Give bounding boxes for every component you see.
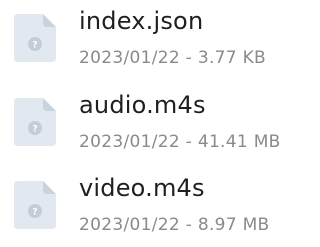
- svg-text:?: ?: [32, 41, 37, 51]
- unknown-file-icon: ?: [14, 14, 56, 62]
- file-name: video.m4s: [79, 174, 205, 202]
- file-name: audio.m4s: [79, 91, 206, 119]
- file-row-audio-m4s[interactable]: ? audio.m4s 2023/01/22 - 41.41 MB: [0, 84, 303, 164]
- unknown-file-icon: ?: [14, 98, 56, 146]
- file-row-index-json[interactable]: ? index.json 2023/01/22 - 3.77 KB: [0, 0, 303, 80]
- svg-text:?: ?: [32, 208, 37, 218]
- unknown-file-icon: ?: [14, 181, 56, 229]
- svg-text:?: ?: [32, 125, 37, 135]
- file-name: index.json: [79, 7, 204, 35]
- file-meta: 2023/01/22 - 3.77 KB: [79, 48, 266, 68]
- file-meta: 2023/01/22 - 41.41 MB: [79, 132, 281, 152]
- file-row-video-m4s[interactable]: ? video.m4s 2023/01/22 - 8.97 MB: [0, 167, 303, 247]
- file-meta: 2023/01/22 - 8.97 MB: [79, 215, 270, 235]
- file-list: ? index.json 2023/01/22 - 3.77 KB ? audi…: [0, 0, 303, 246]
